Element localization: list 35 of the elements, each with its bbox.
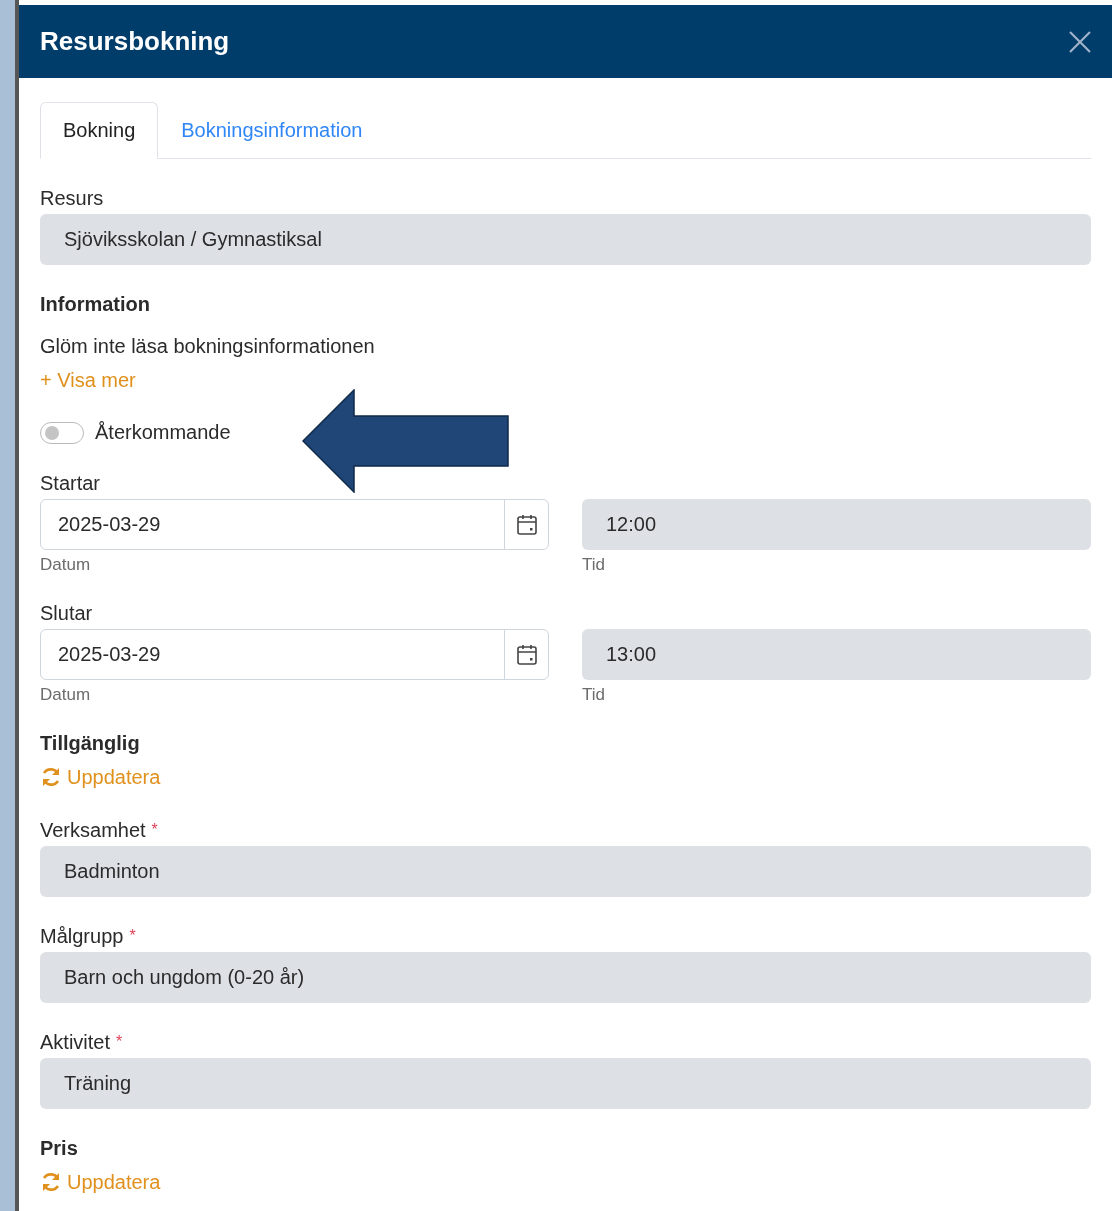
field-label: Resurs <box>40 187 104 209</box>
field-hint: Datum <box>40 686 92 704</box>
section-heading: Tillgänglig <box>40 732 141 754</box>
tab[interactable]: Bokning <box>40 102 159 159</box>
field-label: Aktivitet <box>40 1031 111 1053</box>
readonly-field[interactable]: Barn och ungdom (0-20 år) <box>40 952 1091 1003</box>
calendar-icon[interactable] <box>515 513 538 536</box>
field-label: Målgrupp <box>40 925 124 947</box>
date-field[interactable]: 2025-03-29 <box>40 499 549 550</box>
refresh-icon <box>40 767 62 787</box>
info-text: Glöm inte läsa bokningsinformationen <box>40 335 376 357</box>
time-field[interactable]: 13:00 <box>582 629 1091 680</box>
field-hint: Tid <box>582 556 606 574</box>
readonly-field[interactable]: Badminton <box>40 846 1091 897</box>
field-label: Verksamhet <box>40 819 146 841</box>
refresh-icon <box>40 1172 62 1192</box>
date-field[interactable]: 2025-03-29 <box>40 629 549 680</box>
required-mark: * <box>129 926 136 946</box>
field-hint: Tid <box>582 686 606 704</box>
section-heading: Information <box>40 293 151 315</box>
toggle-switch[interactable] <box>40 421 84 444</box>
dialog-title: Resursbokning <box>40 26 230 57</box>
time-field[interactable]: 12:00 <box>582 499 1091 550</box>
readonly-field[interactable]: Träning <box>40 1058 1091 1109</box>
field-label: Startar <box>40 472 101 494</box>
toggle-label: Återkommande <box>95 421 231 444</box>
close-icon[interactable] <box>1068 29 1092 54</box>
readonly-field[interactable]: Sjöviksskolan / Gymnastiksal <box>40 214 1091 265</box>
field-label: Slutar <box>40 602 93 624</box>
required-mark: * <box>116 1032 123 1052</box>
required-mark: * <box>151 820 158 840</box>
field-hint: Datum <box>40 556 92 574</box>
calendar-icon[interactable] <box>515 643 538 666</box>
tab[interactable]: Bokningsinformation <box>158 102 386 159</box>
section-heading: Pris <box>40 1137 79 1159</box>
